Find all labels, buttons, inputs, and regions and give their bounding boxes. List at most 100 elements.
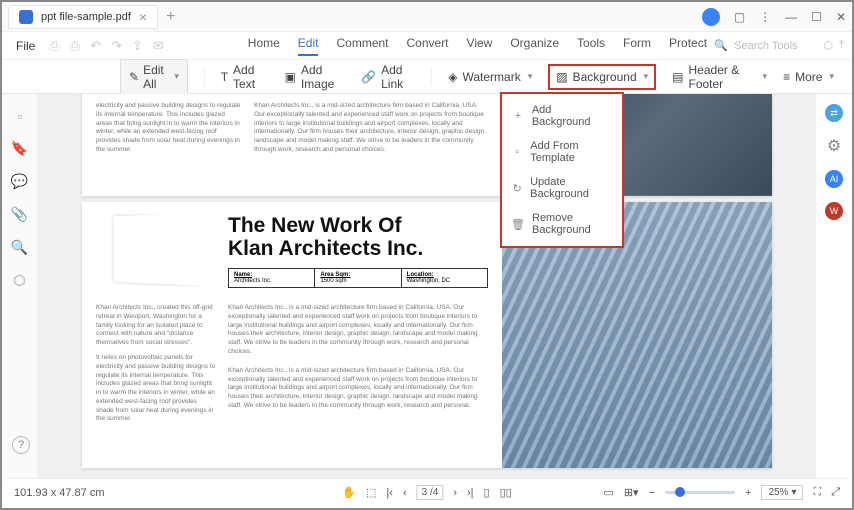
fields-icon[interactable]: ⬡ bbox=[13, 272, 25, 289]
first-page-icon[interactable]: |‹ bbox=[386, 487, 393, 499]
hand-tool-icon[interactable]: ✋ bbox=[342, 486, 356, 499]
tab-comment[interactable]: Comment bbox=[336, 36, 388, 56]
translate-icon[interactable]: ⇄ bbox=[825, 104, 843, 122]
page-number-input[interactable]: 3 /4 bbox=[417, 485, 444, 500]
add-image-button[interactable]: ▣ Add Image bbox=[285, 63, 346, 91]
prev-page-icon[interactable]: ‹ bbox=[403, 487, 407, 499]
remove-background-item[interactable]: 🗑 Remove Background bbox=[502, 206, 622, 242]
search-icon: 🔍 bbox=[714, 39, 728, 52]
text-block: Khan Architects Inc., is a mid-sized arc… bbox=[228, 367, 488, 411]
settings-icon[interactable]: ⚙ bbox=[827, 136, 841, 156]
chevron-down-icon: ▾ bbox=[644, 71, 649, 82]
chevron-down-icon: ▾ bbox=[829, 71, 834, 82]
thumbnails-icon[interactable]: ▫ bbox=[17, 108, 22, 124]
add-text-button[interactable]: T Add Text bbox=[221, 63, 269, 91]
read-mode-icon[interactable]: ▭ bbox=[603, 486, 613, 499]
document-canvas[interactable]: electricity and passive building designs… bbox=[38, 94, 816, 484]
close-tab-icon[interactable]: × bbox=[139, 9, 147, 25]
zoom-out-icon[interactable]: − bbox=[649, 487, 655, 499]
search-panel-icon[interactable]: 🔍 bbox=[11, 239, 28, 256]
help-icon[interactable]: ? bbox=[12, 436, 30, 454]
undo-icon[interactable]: ↶ bbox=[90, 38, 101, 54]
link-icon: 🔗 bbox=[361, 70, 376, 84]
select-tool-icon[interactable]: ⬚ bbox=[366, 486, 376, 499]
edit-all-button[interactable]: ✎ Edit All ▾ bbox=[120, 59, 188, 95]
image-icon: ▣ bbox=[285, 70, 296, 84]
chevron-down-icon: ▾ bbox=[528, 71, 533, 82]
pdf-page: electricity and passive building designs… bbox=[82, 94, 772, 196]
user-avatar[interactable] bbox=[702, 8, 720, 26]
chevron-down-icon: ▾ bbox=[763, 71, 768, 82]
minimize-icon[interactable]: — bbox=[785, 10, 797, 24]
fit-page-icon[interactable]: ⊞▾ bbox=[624, 486, 639, 499]
file-menu[interactable]: File bbox=[10, 39, 41, 53]
background-icon: ▨ bbox=[556, 70, 567, 84]
main-tabs: Home Edit Comment Convert View Organize … bbox=[248, 36, 707, 56]
edit-ribbon: ✎ Edit All ▾ T Add Text ▣ Add Image 🔗 Ad… bbox=[2, 60, 852, 94]
more-button[interactable]: ≡ More ▾ bbox=[783, 70, 834, 84]
two-page-icon[interactable]: ▯▯ bbox=[500, 486, 512, 499]
tab-home[interactable]: Home bbox=[248, 36, 280, 56]
text-column: Khan Architects Inc., is a mid-sized arc… bbox=[254, 102, 488, 184]
more-icon: ≡ bbox=[783, 70, 790, 84]
tab-form[interactable]: Form bbox=[623, 36, 651, 56]
cloud-icon[interactable]: ⬡ bbox=[824, 39, 834, 52]
comments-icon[interactable]: 💬 bbox=[11, 173, 28, 190]
titlebar: ppt file-sample.pdf × + ▢ ⋮ — ☐ ✕ bbox=[2, 2, 852, 32]
add-from-template-item[interactable]: ▫ Add From Template bbox=[502, 134, 622, 170]
attachments-icon[interactable]: 📎 bbox=[11, 206, 28, 223]
header-footer-button[interactable]: ▤ Header & Footer ▾ bbox=[672, 63, 767, 91]
open-icon[interactable]: ⎙ bbox=[49, 38, 59, 54]
upload-icon[interactable]: ⤒ bbox=[839, 39, 844, 52]
fullscreen-icon[interactable]: ⤢ bbox=[831, 486, 840, 499]
text-block: It relies on photovoltaic panels for ele… bbox=[96, 354, 216, 424]
document-tab[interactable]: ppt file-sample.pdf × bbox=[8, 5, 158, 29]
zoom-level[interactable]: 25%▾ bbox=[761, 485, 803, 500]
mail-icon[interactable]: ✉ bbox=[153, 38, 164, 54]
tab-title: ppt file-sample.pdf bbox=[41, 11, 131, 23]
message-icon[interactable]: ▢ bbox=[734, 10, 745, 24]
page-heading: The New Work Of Klan Architects Inc. bbox=[228, 214, 488, 260]
close-window-icon[interactable]: ✕ bbox=[836, 10, 846, 24]
header-footer-icon: ▤ bbox=[672, 70, 683, 84]
pencil-icon: ✎ bbox=[129, 70, 139, 84]
fit-width-icon[interactable]: ⛶ bbox=[813, 486, 821, 499]
background-button[interactable]: ▨ Background ▾ bbox=[548, 64, 656, 90]
menu-icon[interactable]: ⋮ bbox=[759, 10, 771, 24]
zoom-slider[interactable] bbox=[665, 491, 735, 494]
zoom-in-icon[interactable]: + bbox=[745, 487, 751, 499]
tab-protect[interactable]: Protect bbox=[669, 36, 707, 56]
watermark-button[interactable]: ◈ Watermark ▾ bbox=[448, 70, 532, 84]
single-page-icon[interactable]: ▯ bbox=[484, 486, 490, 499]
search-input[interactable]: Search Tools bbox=[734, 40, 797, 52]
new-tab-button[interactable]: + bbox=[166, 8, 175, 26]
text-block: Khan Architects Inc., created this off-g… bbox=[96, 304, 216, 348]
maximize-icon[interactable]: ☐ bbox=[811, 10, 822, 24]
chevron-down-icon: ▾ bbox=[174, 71, 179, 82]
tab-convert[interactable]: Convert bbox=[407, 36, 449, 56]
tab-tools[interactable]: Tools bbox=[577, 36, 605, 56]
template-icon: ▫ bbox=[512, 146, 522, 158]
print-icon[interactable]: ⎙ bbox=[70, 38, 80, 54]
last-page-icon[interactable]: ›| bbox=[467, 487, 474, 499]
add-link-button[interactable]: 🔗 Add Link bbox=[361, 63, 415, 91]
building-thumbnail bbox=[113, 214, 216, 286]
ai-icon[interactable]: AI bbox=[825, 170, 843, 188]
statusbar: 101.93 x 47.87 cm ✋ ⬚ |‹ ‹ 3 /4 › ›| ▯ ▯… bbox=[4, 478, 850, 506]
app-icon bbox=[19, 10, 33, 24]
text-column: electricity and passive building designs… bbox=[96, 102, 242, 184]
tab-organize[interactable]: Organize bbox=[510, 36, 559, 56]
right-sidebar: ⇄ ⚙ AI W bbox=[816, 94, 852, 484]
watermark-icon: ◈ bbox=[448, 70, 457, 84]
update-background-item[interactable]: ↻ Update Background bbox=[502, 170, 622, 206]
bookmarks-icon[interactable]: 🔖 bbox=[11, 140, 28, 157]
redo-icon[interactable]: ↷ bbox=[111, 38, 122, 54]
menubar: File ⎙ ⎙ ↶ ↷ ⇪ ✉ Home Edit Comment Conve… bbox=[2, 32, 852, 60]
tab-view[interactable]: View bbox=[467, 36, 493, 56]
tab-edit[interactable]: Edit bbox=[298, 36, 319, 56]
share-icon[interactable]: ⇪ bbox=[132, 38, 143, 54]
add-background-item[interactable]: + Add Background bbox=[502, 98, 622, 134]
word-icon[interactable]: W bbox=[825, 202, 843, 220]
next-page-icon[interactable]: › bbox=[453, 487, 457, 499]
coordinates: 101.93 x 47.87 cm bbox=[14, 487, 105, 499]
